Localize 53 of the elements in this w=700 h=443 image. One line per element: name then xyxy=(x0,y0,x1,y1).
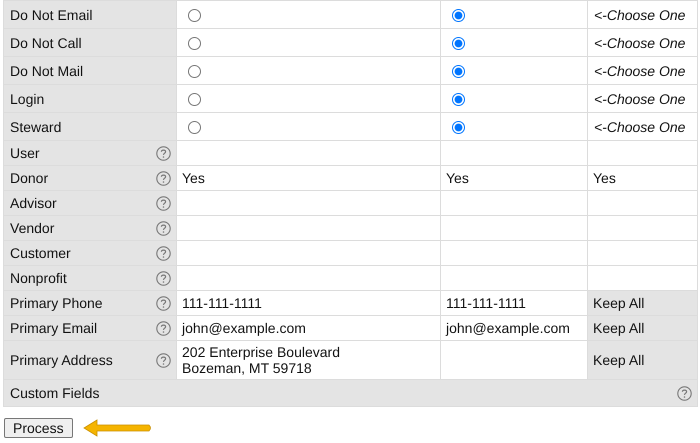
field-label: Login xyxy=(10,90,44,106)
field-label: Advisor xyxy=(10,195,57,211)
radio-button[interactable] xyxy=(188,93,201,106)
hint-text: <-Choose One xyxy=(593,62,686,78)
help-icon[interactable] xyxy=(156,196,171,210)
keep-all-option: Keep All xyxy=(593,320,644,336)
field-label: Nonprofit xyxy=(10,270,67,286)
keep-all-option: Keep All xyxy=(593,295,644,311)
arrow-icon xyxy=(82,418,153,438)
hint-text: <-Choose One xyxy=(593,118,686,134)
help-icon[interactable] xyxy=(677,386,692,400)
keep-all-option: Keep All xyxy=(593,352,644,368)
cell-value: Yes xyxy=(593,170,616,186)
cell-value: 202 Enterprise Boulevard Bozeman, MT 59718 xyxy=(182,343,340,378)
help-icon[interactable] xyxy=(156,246,171,260)
field-label: Primary Address xyxy=(10,352,113,368)
cell-value: john@example.com xyxy=(446,320,570,336)
cell-value: 111-111-1111 xyxy=(446,295,526,311)
hint-text: <-Choose One xyxy=(593,90,686,106)
radio-button[interactable] xyxy=(188,37,201,50)
radio-button[interactable] xyxy=(188,121,201,134)
field-label: User xyxy=(10,145,40,161)
help-icon[interactable] xyxy=(156,270,171,286)
radio-button[interactable] xyxy=(452,93,465,106)
help-icon[interactable] xyxy=(156,220,171,236)
radio-button[interactable] xyxy=(188,65,201,78)
field-label: Primary Phone xyxy=(10,295,103,311)
radio-button[interactable] xyxy=(188,9,201,22)
help-icon[interactable] xyxy=(156,296,171,310)
field-label: Custom Fields xyxy=(10,385,100,401)
field-label: Donor xyxy=(10,170,48,186)
hint-text: <-Choose One xyxy=(593,34,686,50)
radio-button[interactable] xyxy=(452,9,465,22)
field-label: Customer xyxy=(10,245,71,261)
hint-text: <-Choose One xyxy=(593,6,686,22)
process-button[interactable]: Process xyxy=(4,418,73,438)
radio-button[interactable] xyxy=(452,65,465,78)
field-label: Do Not Email xyxy=(10,6,92,22)
radio-button[interactable] xyxy=(452,37,465,50)
cell-value: 111-111-1111 xyxy=(182,295,262,311)
field-label: Do Not Call xyxy=(10,34,82,50)
help-icon[interactable] xyxy=(156,352,171,368)
cell-value: Yes xyxy=(182,170,205,186)
help-icon[interactable] xyxy=(156,170,171,186)
field-label: Do Not Mail xyxy=(10,62,84,78)
field-label: Vendor xyxy=(10,220,54,236)
cell-value: Yes xyxy=(446,170,469,186)
help-icon[interactable] xyxy=(156,146,171,160)
field-label: Steward xyxy=(10,118,62,134)
radio-button[interactable] xyxy=(452,121,465,134)
field-label: Primary Email xyxy=(10,320,98,336)
cell-value: john@example.com xyxy=(182,320,306,336)
help-icon[interactable] xyxy=(156,320,171,336)
